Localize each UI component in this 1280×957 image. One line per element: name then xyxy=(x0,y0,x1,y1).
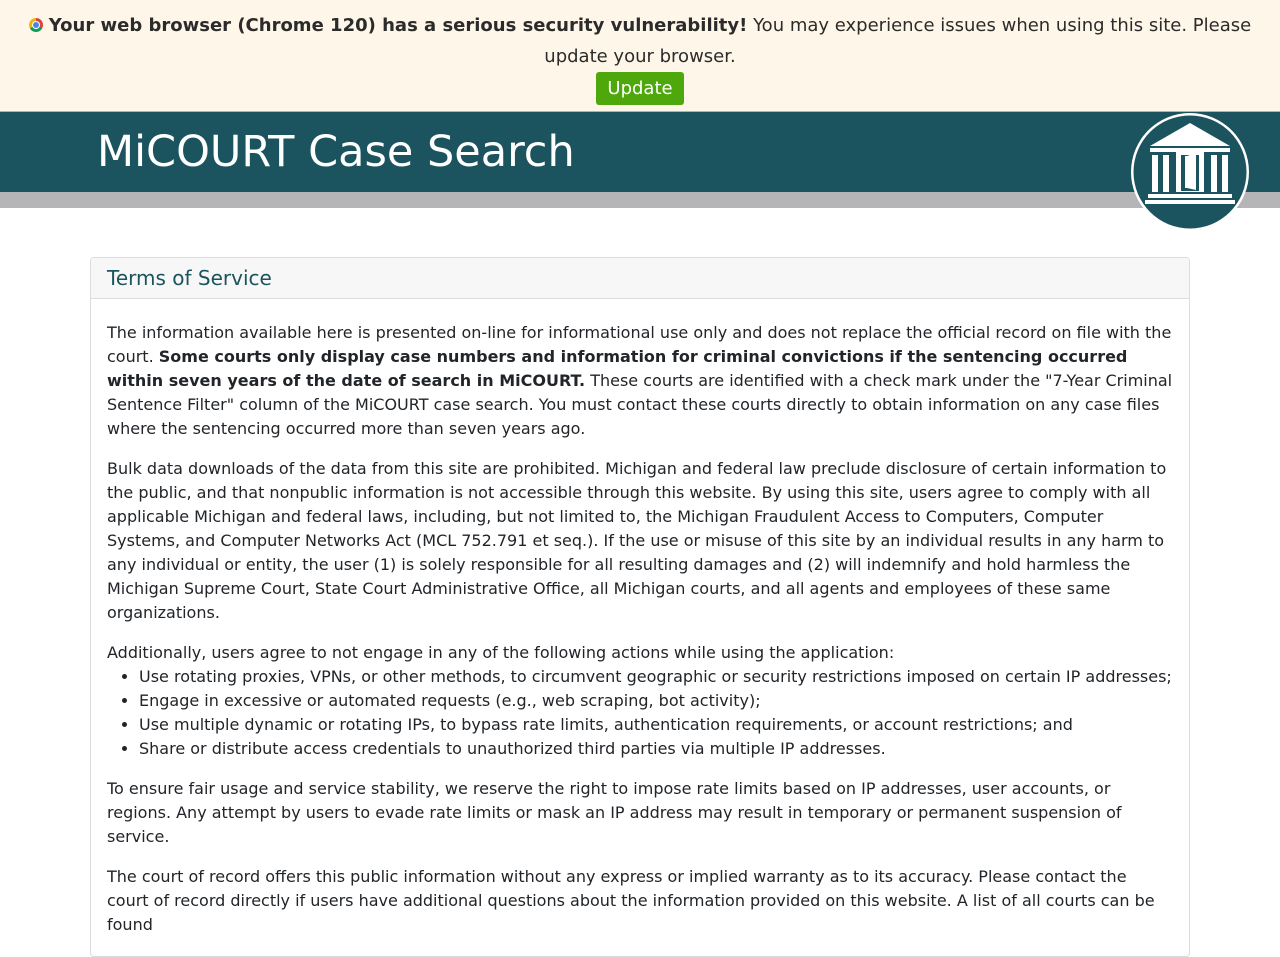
list-item: Engage in excessive or automated request… xyxy=(139,689,1173,713)
terms-paragraph-1: The information available here is presen… xyxy=(107,321,1173,441)
update-browser-button[interactable]: Update xyxy=(596,72,684,105)
list-item: Share or distribute access credentials t… xyxy=(139,737,1173,761)
browser-warning-bold: Your web browser (Chrome 120) has a seri… xyxy=(48,15,748,36)
prohibited-actions-list: Use rotating proxies, VPNs, or other met… xyxy=(107,665,1173,761)
header-subbar xyxy=(0,192,1280,208)
terms-paragraph-3: Additionally, users agree to not engage … xyxy=(107,643,895,662)
terms-paragraph-2: Bulk data downloads of the data from thi… xyxy=(107,459,1167,622)
terms-paragraph-4: To ensure fair usage and service stabili… xyxy=(107,779,1122,846)
site-header: MiCOURT Case Search xyxy=(0,112,1280,192)
chrome-icon xyxy=(28,18,43,32)
list-item: Use rotating proxies, VPNs, or other met… xyxy=(139,665,1173,689)
courthouse-seal-icon[interactable] xyxy=(1130,112,1250,232)
terms-heading: Terms of Service xyxy=(91,258,1189,299)
terms-paragraph-5: The court of record offers this public i… xyxy=(107,867,1155,934)
browser-warning-message: Your web browser (Chrome 120) has a seri… xyxy=(0,10,1280,72)
browser-warning-banner: Your web browser (Chrome 120) has a seri… xyxy=(0,0,1280,112)
list-item: Use multiple dynamic or rotating IPs, to… xyxy=(139,713,1173,737)
terms-body: The information available here is presen… xyxy=(91,299,1189,937)
site-title: MiCOURT Case Search xyxy=(97,127,575,177)
terms-card: Terms of Service The information availab… xyxy=(90,257,1190,957)
